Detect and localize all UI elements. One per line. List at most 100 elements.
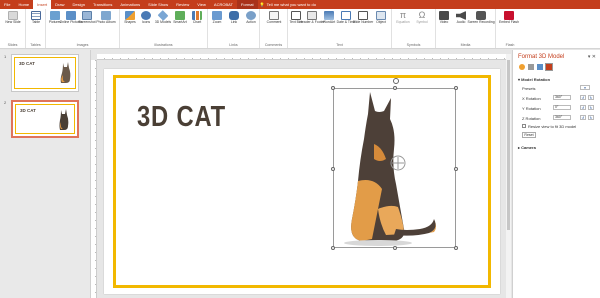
comment-button[interactable]: Comment [266, 11, 282, 25]
tab-review[interactable]: Review [172, 0, 193, 9]
tab-animations[interactable]: Animations [116, 0, 144, 9]
group-illustrations: Shapes Icons 3D Models SmartArt Chart Il… [120, 9, 208, 48]
wordart-button[interactable]: WordArt [321, 11, 337, 25]
z-rotate-left-button[interactable]: ↺ [580, 115, 586, 120]
3d-model-icon[interactable] [545, 63, 553, 71]
effects-icon[interactable] [528, 64, 534, 70]
resize-handle-top-right[interactable] [454, 86, 458, 90]
camera-header[interactable]: ▸ Camera [518, 145, 536, 150]
camera-label: Camera [521, 145, 536, 150]
group-flash: Embed Flash Flash [496, 9, 524, 48]
resize-handle-bottom-left[interactable] [331, 246, 335, 250]
icons-button[interactable]: Icons [138, 11, 154, 25]
resize-view-checkbox[interactable] [522, 124, 526, 128]
rotate-handle[interactable] [393, 78, 399, 84]
slide-canvas[interactable]: 3D CAT [104, 69, 500, 294]
resize-handle-bottom[interactable] [393, 246, 397, 250]
y-rotate-up-button[interactable]: ↺ [580, 105, 586, 110]
3d-models-button[interactable]: 3D Models [155, 10, 171, 25]
presets-dropdown[interactable]: ▾ [580, 85, 590, 90]
slide-number-icon [358, 11, 368, 20]
tell-me-search[interactable]: 💡 Tell me what you want to do [260, 2, 316, 7]
smartart-button[interactable]: SmartArt [172, 11, 188, 25]
resize-handle-top-left[interactable] [331, 86, 335, 90]
slide-thumbnail-2[interactable]: 3D CAT [11, 100, 79, 138]
y-rotation-input[interactable]: 0° [553, 105, 571, 110]
thumbnail-title: 3D CAT [19, 61, 35, 66]
shapes-button[interactable]: Shapes [122, 11, 138, 25]
ribbon: New Slide Slides Table Tables Pictures O… [0, 9, 600, 49]
lightbulb-icon: 💡 [259, 2, 265, 7]
resize-handle-bottom-right[interactable] [454, 246, 458, 250]
x-rotate-right-button[interactable]: ↻ [588, 95, 594, 100]
z-rotate-right-button[interactable]: ↻ [588, 115, 594, 120]
y-rotate-down-button[interactable]: ↻ [588, 105, 594, 110]
3d-cat-model[interactable] [334, 89, 457, 249]
group-links: Zoom Link Action Links [208, 9, 260, 48]
group-tables: Table Tables [26, 9, 46, 48]
z-rotation-label: Z Rotation [522, 116, 541, 121]
slide-number-2: 2 [4, 100, 7, 105]
pictures-icon [50, 11, 60, 20]
resize-handle-top[interactable] [393, 86, 397, 90]
tab-draw[interactable]: Draw [51, 0, 68, 9]
ribbon-tab-bar: File Home Insert Draw Design Transitions… [0, 0, 600, 9]
icons-icon [141, 11, 151, 20]
online-pictures-icon [66, 11, 76, 20]
slide-thumbnails-pane: 1 3D CAT 2 3D CAT [0, 50, 91, 298]
date-time-button[interactable]: Date & Time [337, 11, 355, 25]
chart-button[interactable]: Chart [189, 11, 205, 25]
cat-thumbnail-image [60, 62, 71, 83]
new-slide-button[interactable]: New Slide [5, 11, 21, 25]
screenshot-button[interactable]: Screenshot [78, 11, 96, 25]
header-footer-button[interactable]: Header & Footer [299, 11, 325, 25]
chart-icon [192, 11, 202, 20]
reset-button[interactable]: Reset [522, 132, 536, 138]
slide-number-button[interactable]: Slide Number [353, 11, 373, 25]
equation-button[interactable]: π Equation [395, 11, 411, 25]
group-media: Video Audio Screen Recording Media [436, 9, 496, 48]
tab-insert[interactable]: Insert [33, 0, 52, 9]
slide-thumbnail-1[interactable]: 3D CAT [11, 54, 79, 92]
object-button[interactable]: Object [373, 11, 389, 25]
pane-title: Format 3D Model [518, 54, 565, 60]
video-button[interactable]: Video [436, 11, 452, 25]
size-properties-icon[interactable] [537, 64, 543, 70]
tab-slide-show[interactable]: Slide Show [144, 0, 172, 9]
zoom-button[interactable]: Zoom [209, 11, 225, 25]
resize-handle-left[interactable] [331, 167, 335, 171]
link-icon [229, 11, 239, 20]
group-text: Text Box Header & Footer WordArt Date & … [288, 9, 392, 48]
fill-line-icon[interactable] [519, 64, 525, 70]
x-rotate-left-button[interactable]: ↺ [580, 95, 586, 100]
z-rotation-input[interactable]: 360° [553, 115, 571, 120]
online-pictures-button[interactable]: Online Pictures [60, 11, 83, 25]
x-rotation-input[interactable]: 360° [553, 95, 571, 100]
tab-acrobat[interactable]: ACROBAT [210, 0, 237, 9]
action-button[interactable]: Action [243, 11, 259, 25]
symbol-button[interactable]: Ω Symbol [414, 11, 430, 25]
tab-transitions[interactable]: Transitions [89, 0, 116, 9]
comment-icon [269, 11, 279, 20]
tab-home[interactable]: Home [14, 0, 33, 9]
video-icon [439, 11, 449, 20]
3d-model-selection[interactable] [331, 78, 458, 250]
slide-title[interactable]: 3D CAT [137, 101, 226, 134]
tab-file[interactable]: File [0, 0, 14, 9]
link-button[interactable]: Link [226, 11, 242, 25]
photo-album-button[interactable]: Photo Album [96, 11, 116, 25]
scrollbar-thumb[interactable] [507, 60, 510, 230]
model-rotation-header[interactable]: ▾ Model Rotation [518, 77, 550, 82]
table-button[interactable]: Table [28, 11, 44, 25]
vertical-scrollbar[interactable] [506, 54, 511, 298]
slide-number-1: 1 [4, 54, 7, 59]
embed-flash-button[interactable]: Embed Flash [499, 11, 519, 25]
screen-recording-button[interactable]: Screen Recording [467, 11, 495, 25]
close-icon[interactable]: ▾ ✕ [588, 54, 596, 60]
resize-handle-right[interactable] [454, 167, 458, 171]
pi-icon: π [399, 10, 407, 20]
tab-design[interactable]: Design [68, 0, 88, 9]
smartart-icon [175, 11, 185, 20]
tab-format[interactable]: Format [236, 0, 258, 9]
tab-view[interactable]: View [193, 0, 210, 9]
